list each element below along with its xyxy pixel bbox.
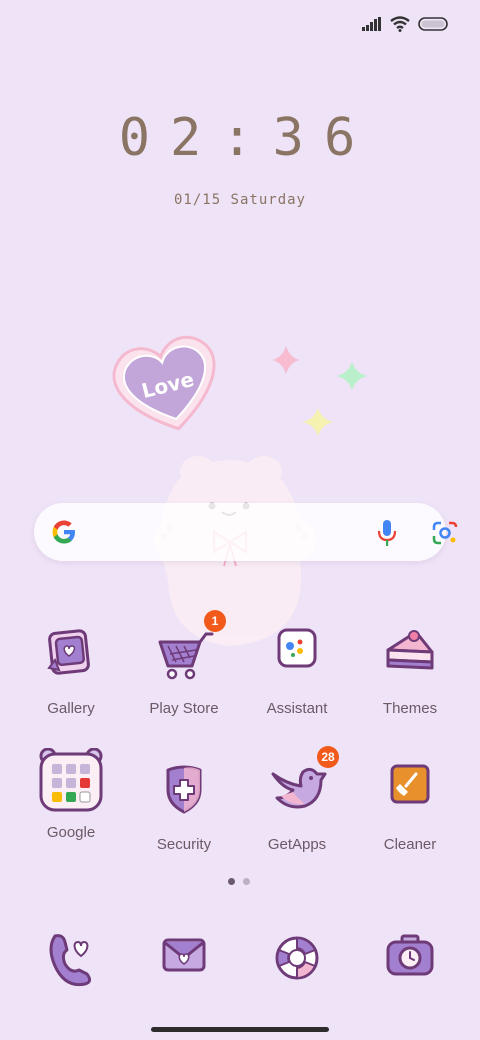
app-label: Gallery xyxy=(47,700,95,717)
app-label: Play Store xyxy=(149,700,219,717)
messages-icon[interactable] xyxy=(154,930,214,990)
sparkle-yellow-icon xyxy=(302,408,334,436)
sparkle-green-icon xyxy=(336,362,368,390)
clock-date[interactable]: 01/15 Saturday xyxy=(0,192,480,208)
app-label: Themes xyxy=(382,700,438,717)
app-security[interactable]: Security xyxy=(128,762,240,853)
app-label: Security xyxy=(156,836,212,853)
app-label: Cleaner xyxy=(383,836,437,853)
dock-browser[interactable] xyxy=(241,930,353,990)
notification-badge: 1 xyxy=(204,610,226,632)
dock-camera[interactable] xyxy=(354,930,466,990)
gallery-icon[interactable] xyxy=(41,626,101,686)
shield-icon[interactable] xyxy=(154,762,214,822)
app-getapps[interactable]: 28 GetApps xyxy=(241,746,353,853)
app-label: Google xyxy=(46,824,96,841)
assistant-icon[interactable] xyxy=(267,626,327,686)
phone-icon[interactable] xyxy=(41,930,101,990)
app-cleaner[interactable]: Cleaner xyxy=(354,762,466,853)
sparkle-pink-icon xyxy=(272,346,300,374)
shopping-cart-icon[interactable]: 1 xyxy=(154,610,226,686)
app-google-folder[interactable]: Google xyxy=(15,747,127,841)
cake-icon[interactable] xyxy=(380,626,440,686)
page-dot-active xyxy=(228,878,235,885)
dock-phone[interactable] xyxy=(15,930,127,990)
app-play-store[interactable]: 1 Play Store xyxy=(128,610,240,717)
battery-icon xyxy=(418,17,448,31)
google-folder-icon[interactable] xyxy=(38,747,104,814)
app-label: Assistant xyxy=(266,700,328,717)
page-dot xyxy=(243,878,250,885)
love-text: Love xyxy=(139,367,196,403)
home-gesture-bar[interactable] xyxy=(151,1027,329,1032)
browser-icon[interactable] xyxy=(267,930,327,990)
app-themes[interactable]: Themes xyxy=(354,626,466,717)
dock-messages[interactable] xyxy=(128,930,240,990)
app-gallery[interactable]: Gallery xyxy=(15,626,127,717)
camera-icon[interactable] xyxy=(380,930,440,990)
app-assistant[interactable]: Assistant xyxy=(241,626,353,717)
signal-icon xyxy=(362,17,381,31)
broom-icon[interactable] xyxy=(380,762,440,822)
love-heart-sticker: Love xyxy=(112,335,216,431)
wifi-icon xyxy=(390,16,410,32)
bird-icon[interactable]: 28 xyxy=(267,746,339,822)
clock-time[interactable]: 02:36 xyxy=(0,108,480,168)
lens-icon[interactable] xyxy=(432,521,458,545)
google-g-icon[interactable] xyxy=(50,518,78,546)
search-bar[interactable] xyxy=(34,503,458,561)
page-indicator[interactable] xyxy=(228,878,250,885)
status-bar xyxy=(362,16,450,32)
microphone-icon[interactable] xyxy=(376,518,398,548)
app-label: GetApps xyxy=(267,836,327,853)
notification-badge: 28 xyxy=(317,746,339,768)
